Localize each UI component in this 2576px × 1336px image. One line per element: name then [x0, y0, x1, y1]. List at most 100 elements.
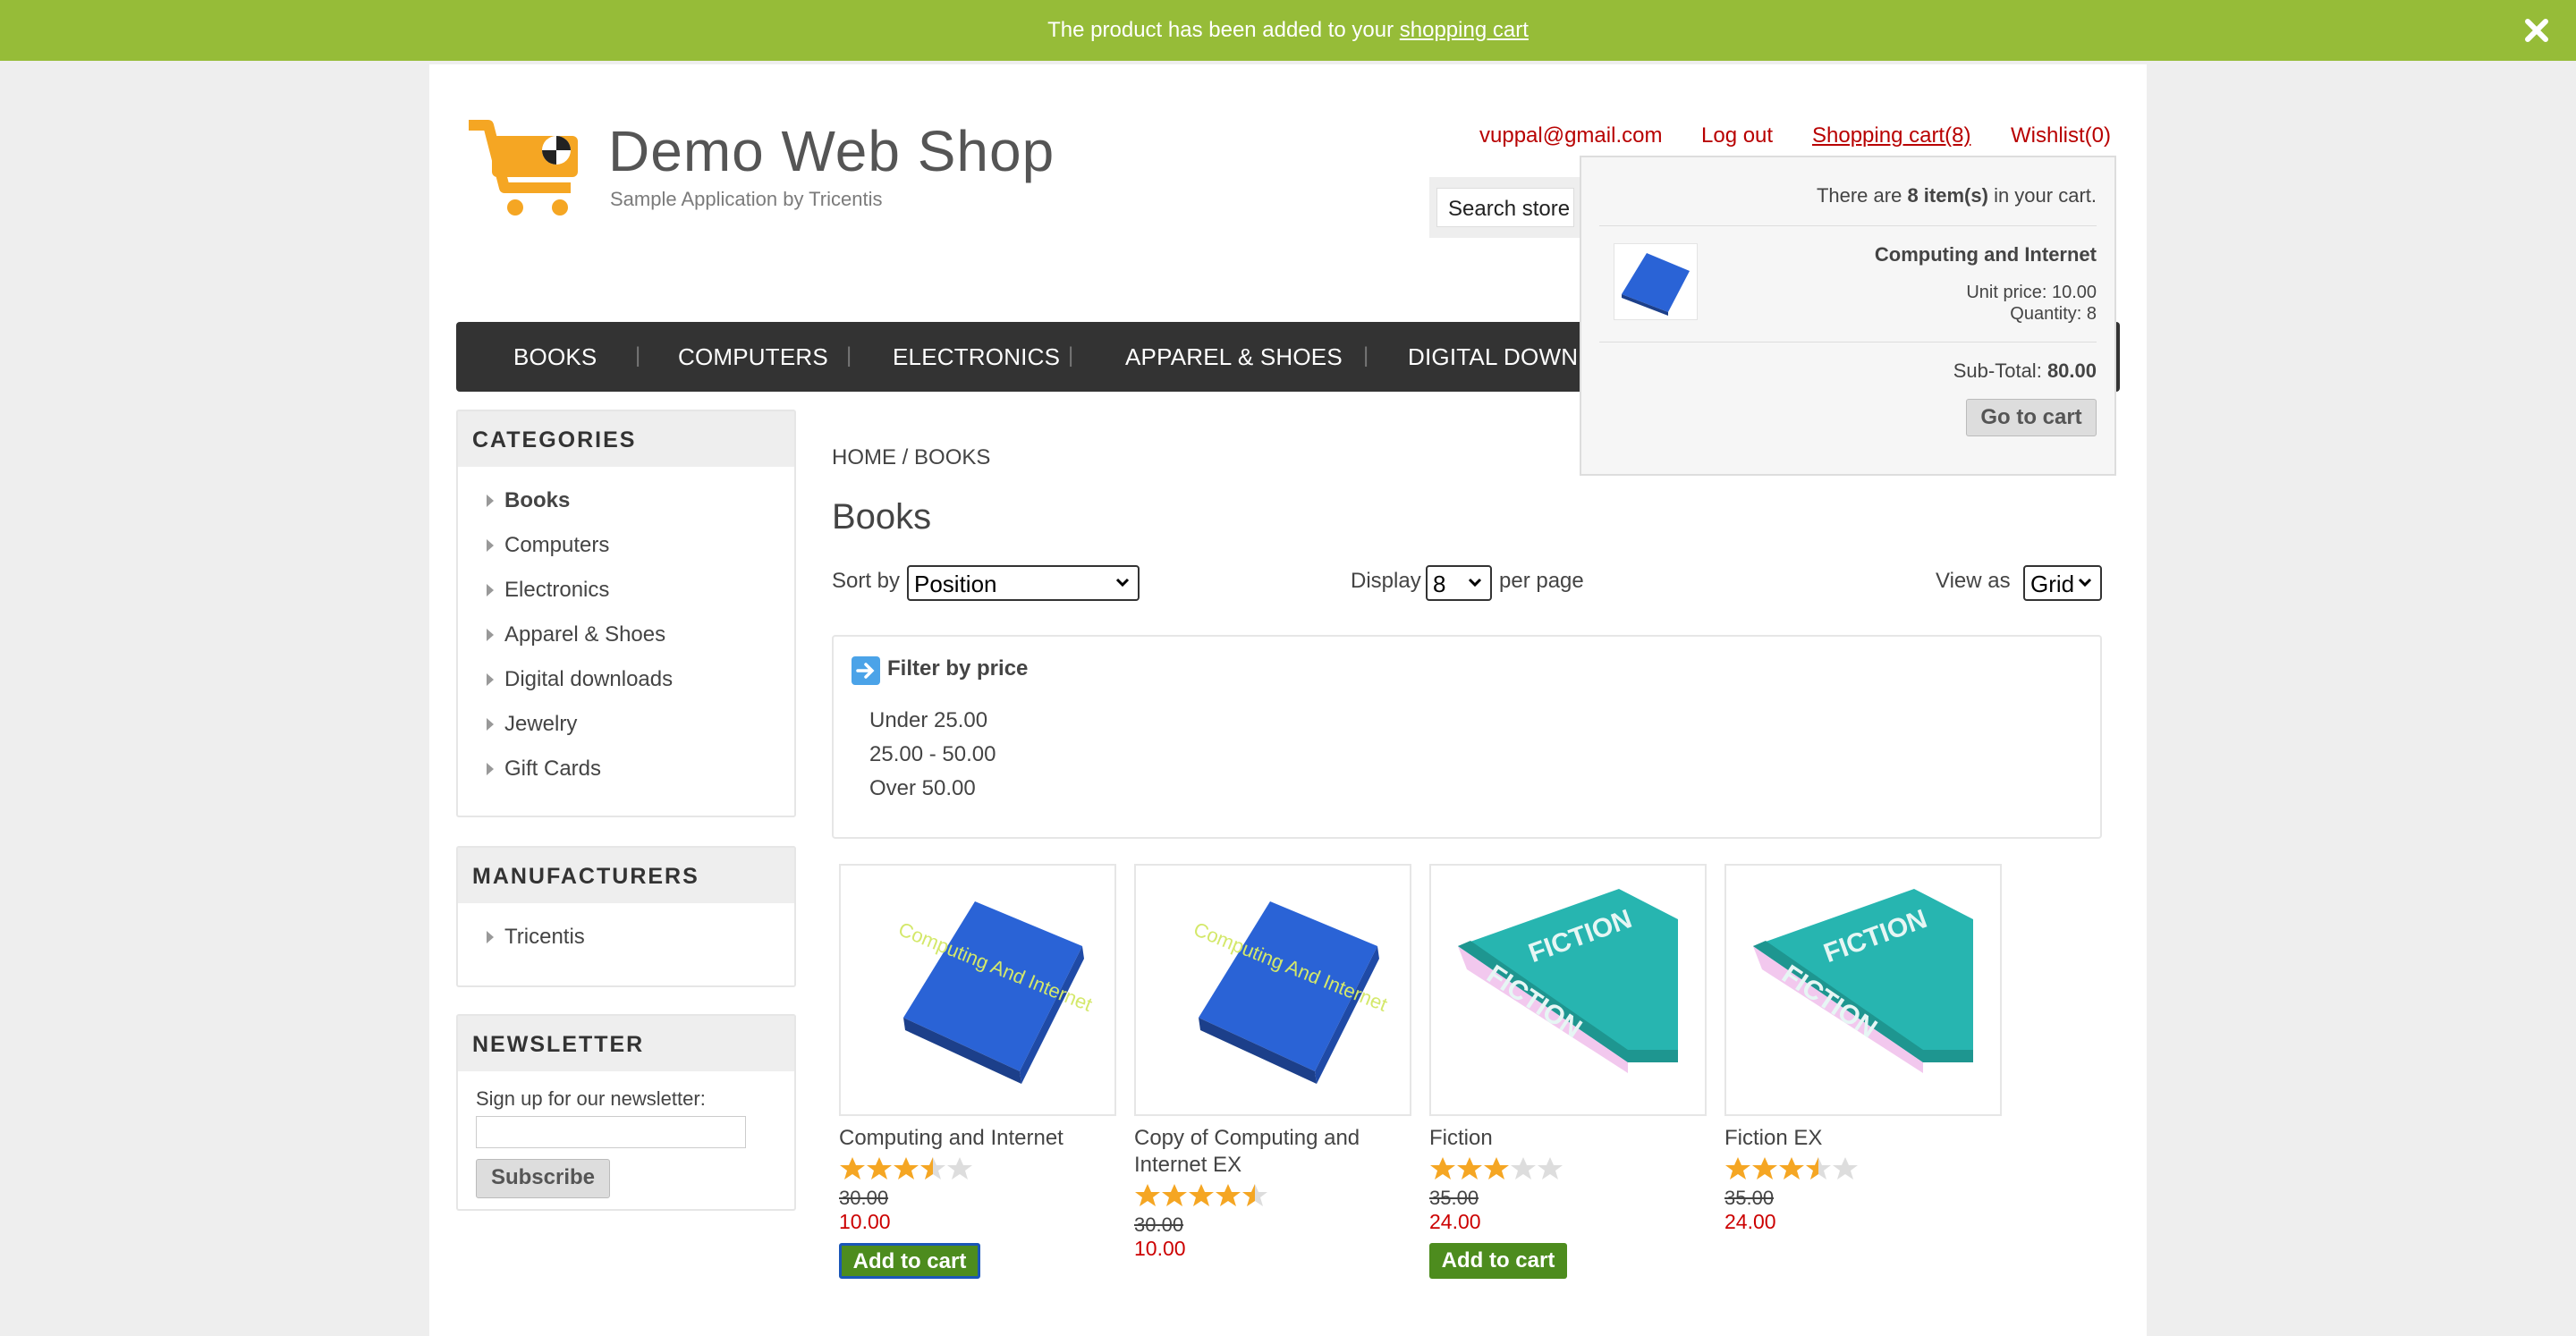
- menu-separator: |: [846, 343, 852, 368]
- manufacturers-block: MANUFACTURERS Tricentis: [456, 846, 796, 987]
- notification-cart-link[interactable]: shopping cart: [1400, 18, 1529, 42]
- rating-stars: [1725, 1157, 1858, 1180]
- book-cover-fiction: FICTION FICTION: [1753, 889, 1973, 1073]
- category-electronics[interactable]: Electronics: [487, 578, 609, 603]
- menu-item-digital-downloads[interactable]: DIGITAL DOWN: [1408, 343, 1578, 371]
- view-as-label: View as: [1936, 569, 2011, 593]
- product-image[interactable]: Computing And Internet: [839, 864, 1116, 1116]
- book-cover-computing: Computing And Internet: [1191, 901, 1391, 1084]
- close-icon[interactable]: [2521, 14, 2553, 47]
- cart-item-quantity: Quantity: 8: [2010, 304, 2097, 324]
- product-item: FICTION FICTION Fiction 35.00 24.00 Add …: [1429, 864, 1716, 1279]
- search-area: Search store: [1429, 177, 1580, 238]
- category-apparel-shoes[interactable]: Apparel & Shoes: [487, 622, 665, 647]
- categories-title: CATEGORIES: [472, 427, 637, 452]
- book-cover-computing: Computing And Internet: [895, 901, 1096, 1084]
- add-to-cart-button[interactable]: Add to cart: [1429, 1243, 1567, 1279]
- product-image[interactable]: Computing And Internet: [1134, 864, 1411, 1116]
- menu-item-books[interactable]: BOOKS: [513, 343, 597, 371]
- menu-item-computers[interactable]: COMPUTERS: [678, 343, 828, 371]
- cart-logo-icon: [469, 120, 578, 216]
- arrow-right-icon: [487, 718, 494, 731]
- notification-message: The product has been added to your: [1047, 18, 1394, 42]
- old-price: 35.00: [1724, 1187, 1775, 1209]
- menu-separator: |: [1363, 343, 1369, 368]
- category-books[interactable]: Books: [487, 488, 570, 513]
- page-size-select[interactable]: 8: [1426, 565, 1492, 601]
- cart-subtotal: Sub-Total: 80.00: [1953, 359, 2097, 382]
- price-range-under-25[interactable]: Under 25.00: [869, 708, 987, 733]
- actual-price: 24.00: [1429, 1210, 1481, 1233]
- breadcrumb: HOME / BOOKS: [832, 445, 990, 470]
- arrow-right-icon: [487, 495, 494, 507]
- logo-subtitle: Sample Application by Tricentis: [610, 188, 883, 210]
- rating-stars: [1430, 1157, 1563, 1180]
- chevron-down-icon: [2078, 578, 2092, 588]
- newsletter-title: NEWSLETTER: [472, 1032, 645, 1057]
- actual-price: 10.00: [1134, 1237, 1186, 1260]
- cart-item-thumbnail[interactable]: [1614, 243, 1698, 320]
- shopping-cart-link[interactable]: Shopping cart(8): [1812, 123, 1970, 148]
- product-image[interactable]: FICTION FICTION: [1724, 864, 2002, 1116]
- breadcrumb-separator: /: [902, 445, 909, 469]
- cart-item-name[interactable]: Computing and Internet: [1875, 243, 2097, 266]
- breadcrumb-current: BOOKS: [914, 445, 991, 469]
- page-title: Books: [832, 497, 932, 537]
- actual-price: 10.00: [839, 1210, 891, 1233]
- newsletter-email-field[interactable]: [476, 1116, 746, 1148]
- product-title[interactable]: Fiction: [1429, 1125, 1716, 1152]
- notification-bar: The product has been added to your shopp…: [0, 0, 2576, 61]
- subscribe-button[interactable]: Subscribe: [476, 1159, 610, 1198]
- newsletter-label: Sign up for our newsletter:: [476, 1087, 706, 1110]
- view-mode-select[interactable]: Grid: [2023, 565, 2102, 601]
- logout-link[interactable]: Log out: [1701, 123, 1773, 148]
- sort-select[interactable]: Position: [907, 565, 1140, 601]
- product-title[interactable]: Copy of Computing and Internet EX: [1134, 1125, 1420, 1179]
- add-to-cart-button[interactable]: Add to cart: [839, 1243, 980, 1279]
- manufacturers-title: MANUFACTURERS: [472, 864, 699, 889]
- category-gift-cards[interactable]: Gift Cards: [487, 757, 601, 782]
- category-jewelry[interactable]: Jewelry: [487, 712, 577, 737]
- display-label: Display: [1351, 569, 1421, 593]
- menu-separator: |: [1068, 343, 1074, 368]
- product-title[interactable]: Fiction EX: [1724, 1125, 2011, 1152]
- menu-item-electronics[interactable]: ELECTRONICS: [893, 343, 1060, 371]
- divider: [1599, 225, 2097, 226]
- product-title[interactable]: Computing and Internet: [839, 1125, 1125, 1152]
- per-page-label: per page: [1499, 569, 1584, 593]
- wishlist-link[interactable]: Wishlist(0): [2011, 123, 2111, 148]
- arrow-right-icon: [487, 931, 494, 943]
- arrow-right-icon: [852, 656, 880, 685]
- product-item: Computing And Internet Computing and Int…: [839, 864, 1125, 1279]
- manufacturer-tricentis[interactable]: Tricentis: [487, 925, 585, 950]
- menu-item-apparel-shoes[interactable]: APPAREL & SHOES: [1125, 343, 1343, 371]
- arrow-right-icon: [487, 673, 494, 686]
- chevron-down-icon: [1468, 578, 1482, 588]
- sort-label: Sort by: [832, 569, 901, 593]
- menu-separator: |: [635, 343, 641, 368]
- rating-stars: [1135, 1184, 1267, 1206]
- product-item: FICTION FICTION Fiction EX 35.00 24.00: [1724, 864, 2011, 1234]
- categories-block: CATEGORIES Books Computers Electronics A…: [456, 410, 796, 817]
- account-email-link[interactable]: vuppal@gmail.com: [1479, 123, 1662, 148]
- price-filter: Filter by price Under 25.00 25.00 - 50.0…: [832, 635, 2102, 839]
- go-to-cart-button[interactable]: Go to cart: [1966, 399, 2097, 436]
- old-price: 30.00: [1134, 1213, 1184, 1236]
- old-price: 35.00: [1429, 1187, 1479, 1209]
- category-digital-downloads[interactable]: Digital downloads: [487, 667, 673, 692]
- product-image[interactable]: FICTION FICTION: [1429, 864, 1707, 1116]
- product-item: Computing And Internet Copy of Computing…: [1134, 864, 1420, 1261]
- price-range-25-50[interactable]: 25.00 - 50.00: [869, 742, 996, 767]
- arrow-right-icon: [487, 763, 494, 775]
- cart-summary: There are 8 item(s) in your cart.: [1816, 184, 2097, 207]
- breadcrumb-home[interactable]: HOME: [832, 445, 896, 469]
- search-input[interactable]: Search store: [1436, 188, 1574, 227]
- logo-title: Demo Web Shop: [608, 119, 1055, 183]
- book-thumbnail-icon: [1622, 253, 1690, 316]
- price-range-over-50[interactable]: Over 50.00: [869, 776, 976, 801]
- cart-item-unit-price: Unit price: 10.00: [1966, 283, 2097, 302]
- arrow-right-icon: [487, 539, 494, 552]
- filter-title: Filter by price: [887, 656, 1029, 681]
- category-computers[interactable]: Computers: [487, 533, 609, 558]
- newsletter-block: NEWSLETTER Sign up for our newsletter: S…: [456, 1014, 796, 1211]
